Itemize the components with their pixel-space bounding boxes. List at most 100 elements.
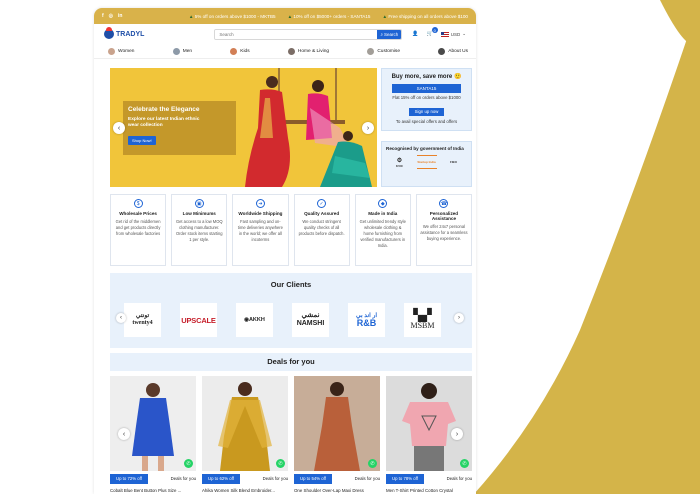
sign-up-button[interactable]: Sign up now — [408, 107, 445, 116]
logo-text: TRADYL — [116, 30, 145, 38]
emoji-icon: 🙂 — [453, 74, 462, 80]
feature-card: ✓ Quality Assured We conduct stringent q… — [293, 194, 350, 266]
discount-badge: Up to 72% off — [110, 473, 148, 484]
search-button-label: Search — [384, 31, 399, 37]
feature-card: ➜ Worldwide Shipping Fast sampling and o… — [232, 194, 289, 266]
kids-category-thumb — [230, 47, 238, 55]
whatsapp-icon[interactable]: ✆ — [184, 459, 193, 468]
product-name[interactable]: Men T-Shirt Printed Cotton Crystal — [386, 488, 472, 493]
india-icon: ◆ — [378, 199, 388, 208]
product-image: ✆ — [110, 376, 196, 471]
deals-title: Deals for you — [110, 353, 472, 371]
user-icon[interactable]: 👤 — [412, 31, 418, 37]
cart-icon[interactable]: 🛒 0 — [426, 27, 438, 37]
search-input[interactable] — [215, 29, 378, 39]
whatsapp-icon[interactable]: ✆ — [368, 459, 377, 468]
startup-india-logo: Startup India — [416, 155, 437, 170]
promo-3: ▲ Free shipping on all orders above $100 — [382, 13, 468, 19]
category-home-living[interactable]: Home & Living — [287, 47, 329, 55]
product-image: ✆ — [386, 376, 472, 471]
whatsapp-icon[interactable]: ✆ — [276, 459, 285, 468]
tree-icon: ▲ — [188, 13, 194, 19]
about-category-thumb — [438, 47, 446, 55]
chevron-down-icon: ⌄ — [462, 31, 466, 36]
client-logo-msbm: ▚▞ MSBM — [404, 303, 441, 337]
promo-2: ▲ 10% off on $5000+ orders - SANTA15 — [287, 13, 371, 19]
coupon-code[interactable]: SANTA15 — [392, 84, 461, 93]
facebook-icon[interactable]: f — [102, 13, 104, 19]
hero-subtitle: Explore our latest Indian ethnic wear co… — [128, 117, 200, 129]
truck-icon: ➜ — [255, 199, 265, 208]
promo-1: ▲ 5% off on orders above $1000 - MKTB5 — [188, 13, 276, 19]
feature-card: ☎ Personalized Assistance We offer 24x7 … — [415, 194, 473, 266]
offer-box: Buy more, save more 🙂 SANTA15 Flat 15% o… — [381, 68, 472, 132]
search-icon: ⌕ — [380, 31, 384, 37]
clients-next-button[interactable]: › — [454, 313, 464, 323]
currency-selector[interactable]: USD ⌄ — [440, 31, 466, 37]
headset-icon: ☎ — [439, 199, 449, 208]
social-links: f ◎ in — [102, 13, 123, 19]
feature-card: ◆ Made in India Get unlimited trendy sty… — [354, 194, 411, 266]
products-next-button[interactable]: › — [451, 428, 463, 440]
product-name[interactable]: Cobalt Blue Bent Button Plus Size ... — [110, 488, 196, 493]
feature-card: $ Wholesale Prices Get rid of the middle… — [110, 194, 167, 266]
hero-next-button[interactable]: › — [362, 122, 374, 134]
client-logo-namshi: نمشي NAMSHI — [292, 303, 329, 337]
product-name[interactable]: One Shoulder Over-Lap Maxi Dress — [294, 488, 380, 493]
product-card[interactable]: ✆ Up to 62% off Deals for you Ahika Women… — [202, 376, 288, 494]
hero-sidebar: Buy more, save more 🙂 SANTA15 Flat 15% o… — [381, 68, 472, 187]
women-category-thumb — [108, 47, 115, 55]
category-about-us[interactable]: About Us — [438, 47, 468, 55]
home-category-thumb — [287, 47, 295, 55]
offer-note: To avail special offers and offers — [395, 118, 458, 124]
features-row: $ Wholesale Prices Get rid of the middle… — [110, 194, 473, 266]
clients-prev-button[interactable]: ‹ — [116, 313, 126, 323]
product-image: ✆ — [294, 376, 380, 471]
instagram-icon[interactable]: ◎ — [109, 13, 113, 19]
hero-banner[interactable]: Celebrate the Elegance Explore our lates… — [110, 68, 377, 187]
offer-description: Flat 15% off on orders above $1000 — [392, 95, 461, 100]
recognition-title: Recognised by government of India — [386, 146, 464, 152]
logo-mark-icon — [104, 27, 114, 39]
search-bar: ⌕ Search — [214, 28, 403, 40]
feature-card: ▣ Low Minimums Get access to a low MOQ c… — [171, 194, 228, 266]
client-logo-upscale: UPSCALE — [180, 303, 217, 337]
hero-prev-button[interactable]: ‹ — [113, 122, 125, 134]
men-category-thumb — [172, 47, 180, 55]
products-carousel: ‹ ✆ Up to 72% off Deals for you Cobalt Bl… — [110, 376, 476, 494]
discount-badge: Up to 54% off — [294, 473, 332, 484]
whatsapp-icon[interactable]: ✆ — [460, 459, 469, 468]
tree-icon: ▲ — [287, 13, 293, 19]
category-kids[interactable]: Kids — [230, 47, 250, 55]
header-icons: 👤 🛒 0 USD ⌄ — [412, 27, 466, 37]
search-button[interactable]: ⌕ Search — [377, 29, 402, 39]
website-page: f ◎ in ▲ 5% off on orders above $1000 - … — [94, 8, 476, 494]
discount-badge: Up to 62% off — [202, 473, 240, 484]
category-women[interactable]: Women — [108, 47, 134, 55]
client-logo-rb: ار اند بي R&B — [348, 303, 385, 337]
fieo-logo: FIEO — [449, 160, 457, 165]
client-logo-twenty4: تونتي twenty4 — [124, 303, 161, 337]
shop-now-button[interactable]: Shop Now! — [128, 136, 156, 146]
clients-title: Our Clients — [270, 280, 312, 289]
client-logo-akkh: ◉AKKH — [236, 303, 273, 337]
cart-count-badge: 0 — [431, 27, 438, 33]
tree-icon: ▲ — [382, 13, 388, 19]
recognition-logos: ⚙ KVIC Startup India FIEO — [386, 155, 467, 170]
product-card[interactable]: ✆ Up to 54% off Deals for you One Shoulde… — [294, 376, 380, 494]
us-flag-icon — [440, 31, 449, 37]
hero-title: Celebrate the Elegance — [128, 106, 200, 113]
category-customise[interactable]: Customise — [367, 47, 400, 55]
offer-title: Buy more, save more 🙂 — [391, 74, 462, 80]
products-prev-button[interactable]: ‹ — [118, 428, 130, 440]
shield-icon: ✓ — [317, 199, 327, 208]
government-recognition: Recognised by government of India ⚙ KVIC … — [381, 141, 472, 187]
discount-badge: Up to 78% off — [386, 473, 424, 484]
site-logo[interactable]: TRADYL — [104, 27, 145, 39]
promo-topbar: f ◎ in ▲ 5% off on orders above $1000 - … — [94, 8, 476, 24]
price-tag-icon: $ — [133, 199, 143, 208]
product-name[interactable]: Ahika Women Silk Blend Embroider... — [202, 488, 288, 493]
kvic-logo: ⚙ KVIC — [395, 157, 404, 168]
category-men[interactable]: Men — [172, 47, 192, 55]
linkedin-icon[interactable]: in — [118, 13, 122, 19]
